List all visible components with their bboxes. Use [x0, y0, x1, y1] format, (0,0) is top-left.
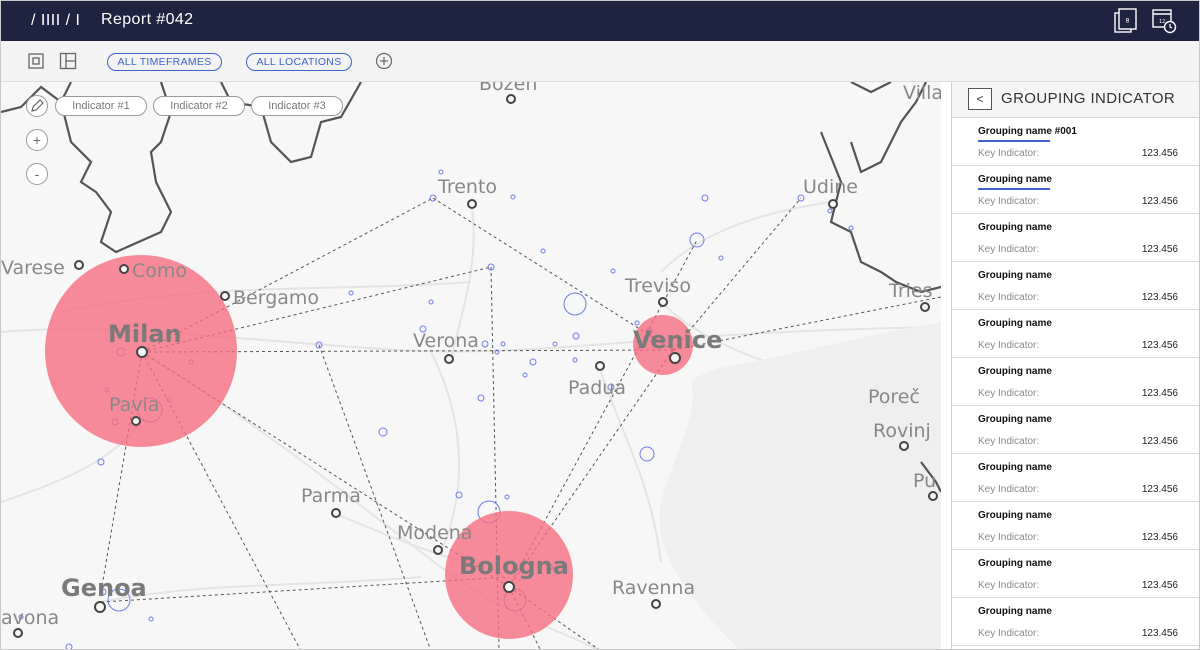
- list-item[interactable]: Grouping name Key Indicator: 123.456: [952, 166, 1199, 214]
- key-indicator-value: 123.456: [1141, 340, 1178, 351]
- key-indicator-label: Key Indicator:: [978, 388, 1040, 399]
- group-name: Grouping name: [978, 606, 1052, 617]
- svg-text:8: 8: [1126, 18, 1130, 25]
- city-label: Milan: [108, 320, 182, 348]
- key-indicator-label: Key Indicator:: [978, 436, 1040, 447]
- city-label: Trento: [437, 176, 497, 198]
- city-label: Como: [132, 260, 187, 282]
- city-label: Bologna: [459, 552, 569, 580]
- city-label: Rovinj: [873, 420, 931, 442]
- city-label: Tries: [888, 280, 933, 302]
- zoom-in-button[interactable]: +: [26, 129, 48, 151]
- city-label: avona: [1, 607, 59, 629]
- key-indicator-value: 123.456: [1141, 484, 1178, 495]
- city-label: Bergamo: [233, 287, 319, 309]
- layout-icon[interactable]: [59, 52, 77, 70]
- square-view-icon[interactable]: [27, 52, 45, 70]
- group-list: Grouping name #001 Key Indicator: 123.456 G…: [952, 118, 1199, 646]
- pages-icon[interactable]: 8: [1113, 8, 1139, 34]
- city-label: Verona: [413, 330, 479, 352]
- list-item[interactable]: Grouping name Key Indicator: 123.456: [952, 502, 1199, 550]
- city-label: Padua: [568, 377, 626, 399]
- calendar-clock-icon[interactable]: 12: [1151, 8, 1177, 34]
- city-label: Udine: [803, 176, 858, 198]
- city-label: Modena: [397, 522, 472, 544]
- city-label: Genoa: [61, 574, 147, 602]
- filter-timeframes-button[interactable]: ALL TIMEFRAMES: [107, 53, 222, 71]
- grouping-panel: < GROUPING INDICATOR Grouping name #001 K…: [951, 82, 1199, 649]
- list-item[interactable]: Grouping name Key Indicator: 123.456: [952, 262, 1199, 310]
- list-item[interactable]: Grouping name Key Indicator: 123.456: [952, 598, 1199, 646]
- indicator-3-button[interactable]: Indicator #3: [251, 96, 343, 116]
- filter-locations-button[interactable]: ALL LOCATIONS: [246, 53, 352, 71]
- list-item[interactable]: Grouping name #001 Key Indicator: 123.456: [952, 118, 1199, 166]
- map-view[interactable]: Bozen Villa Trento Udine Varese Como Ber…: [1, 82, 941, 650]
- key-indicator-label: Key Indicator:: [978, 580, 1040, 591]
- key-indicator-label: Key Indicator:: [978, 292, 1040, 303]
- selection-underline: [978, 140, 1050, 142]
- panel-header: < GROUPING INDICATOR: [952, 82, 1199, 118]
- key-indicator-label: Key Indicator:: [978, 532, 1040, 543]
- group-name: Grouping name: [978, 270, 1052, 281]
- city-label: Poreč: [868, 386, 920, 408]
- key-indicator-value: 123.456: [1141, 148, 1178, 159]
- city-label: Pavia: [109, 394, 159, 416]
- key-indicator-value: 123.456: [1141, 388, 1178, 399]
- indicator-2-button[interactable]: Indicator #2: [153, 96, 245, 116]
- list-item[interactable]: Grouping name Key Indicator: 123.456: [952, 550, 1199, 598]
- key-indicator-label: Key Indicator:: [978, 340, 1040, 351]
- city-label: Pu: [913, 470, 936, 492]
- key-indicator-value: 123.456: [1141, 532, 1178, 543]
- key-indicator-value: 123.456: [1141, 436, 1178, 447]
- key-indicator-value: 123.456: [1141, 292, 1178, 303]
- page-title: Report #042: [101, 11, 194, 28]
- key-indicator-value: 123.456: [1141, 580, 1178, 591]
- top-header: / IIII / I Report #042 8 12: [1, 1, 1199, 41]
- map-canvas[interactable]: Bozen Villa Trento Udine Varese Como Ber…: [1, 82, 941, 650]
- group-name: Grouping name #001: [978, 126, 1077, 137]
- key-indicator-label: Key Indicator:: [978, 484, 1040, 495]
- zoom-out-button[interactable]: -: [26, 163, 48, 185]
- list-item[interactable]: Grouping name Key Indicator: 123.456: [952, 358, 1199, 406]
- pencil-icon[interactable]: [26, 95, 48, 117]
- panel-title: GROUPING INDICATOR: [1001, 90, 1176, 107]
- group-name: Grouping name: [978, 414, 1052, 425]
- breadcrumb[interactable]: / IIII / I: [31, 12, 80, 30]
- svg-text:12: 12: [1159, 19, 1165, 25]
- group-name: Grouping name: [978, 558, 1052, 569]
- key-indicator-label: Key Indicator:: [978, 244, 1040, 255]
- city-label: Villa: [903, 82, 941, 104]
- key-indicator-label: Key Indicator:: [978, 196, 1040, 207]
- indicator-1-button[interactable]: Indicator #1: [55, 96, 147, 116]
- key-indicator-value: 123.456: [1141, 628, 1178, 639]
- key-indicator-value: 123.456: [1141, 244, 1178, 255]
- group-name: Grouping name: [978, 366, 1052, 377]
- city-label: Bozen: [479, 82, 537, 95]
- selection-underline: [978, 188, 1050, 190]
- group-name: Grouping name: [978, 222, 1052, 233]
- list-item[interactable]: Grouping name Key Indicator: 123.456: [952, 214, 1199, 262]
- group-name: Grouping name: [978, 510, 1052, 521]
- group-name: Grouping name: [978, 462, 1052, 473]
- city-label: Ravenna: [612, 577, 695, 599]
- back-button[interactable]: <: [968, 88, 992, 110]
- key-indicator-label: Key Indicator:: [978, 628, 1040, 639]
- filter-toolbar: ALL TIMEFRAMES ALL LOCATIONS: [1, 41, 1199, 82]
- list-item[interactable]: Grouping name Key Indicator: 123.456: [952, 310, 1199, 358]
- city-label: Venice: [633, 326, 722, 354]
- key-indicator-label: Key Indicator:: [978, 148, 1040, 159]
- add-filter-icon[interactable]: [375, 52, 393, 70]
- sea-area: [659, 322, 941, 649]
- group-name: Grouping name: [978, 174, 1052, 185]
- group-name: Grouping name: [978, 318, 1052, 329]
- city-label: Varese: [1, 257, 65, 279]
- list-item[interactable]: Grouping name Key Indicator: 123.456: [952, 406, 1199, 454]
- key-indicator-value: 123.456: [1141, 196, 1178, 207]
- city-label: Treviso: [624, 275, 691, 297]
- app-window: / IIII / I Report #042 8 12 ALL TIMEFRAM…: [0, 0, 1200, 650]
- city-label: Parma: [301, 485, 361, 507]
- list-item[interactable]: Grouping name Key Indicator: 123.456: [952, 454, 1199, 502]
